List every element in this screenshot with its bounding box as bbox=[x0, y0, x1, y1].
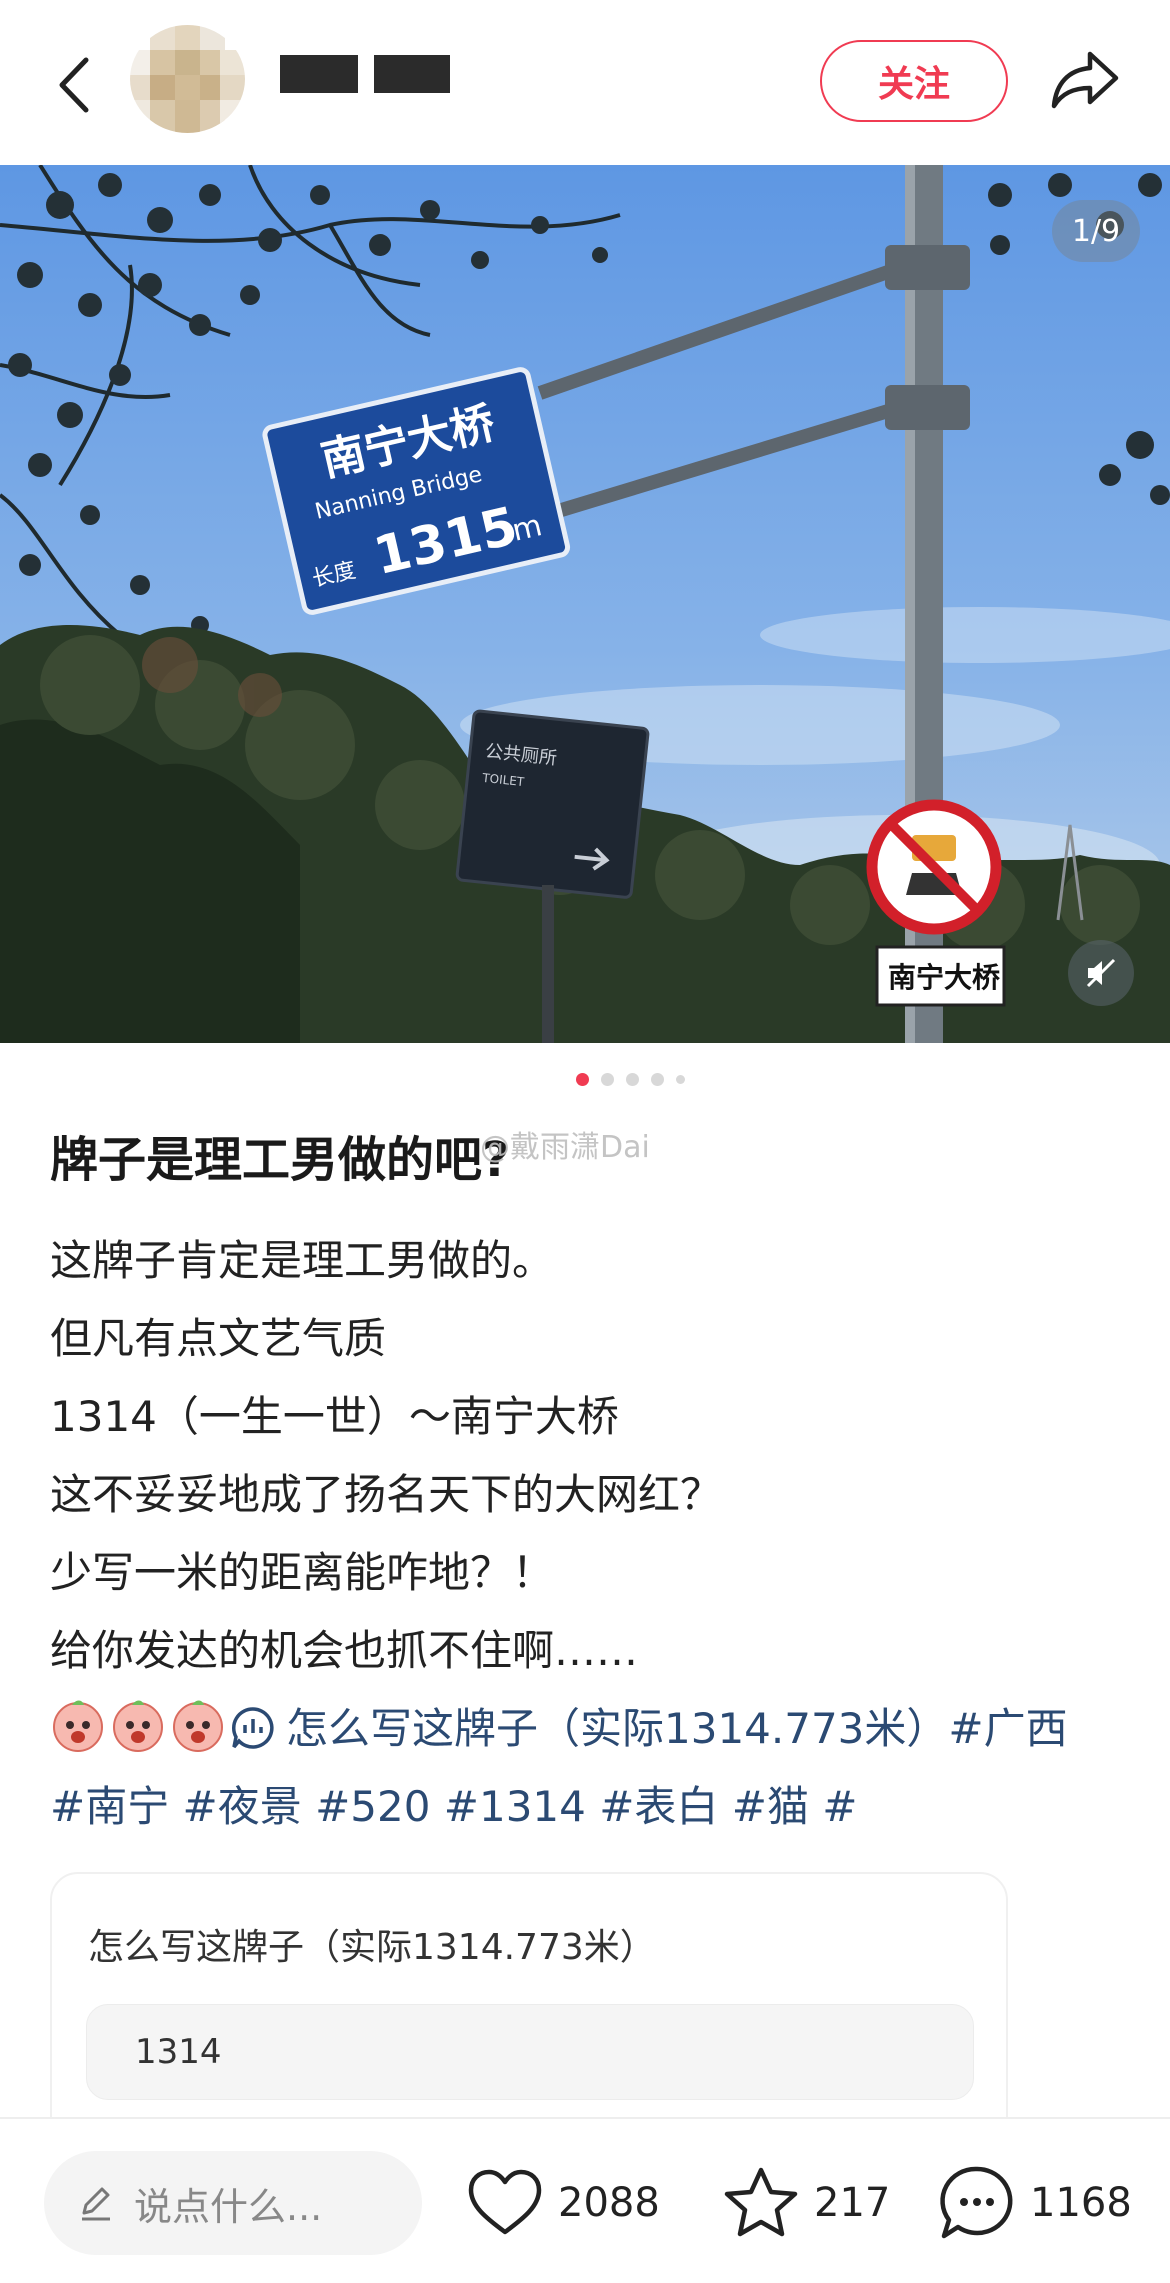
watermark: @戴雨潇Dai bbox=[480, 1130, 650, 1165]
follow-button[interactable]: 关注 bbox=[820, 40, 1008, 122]
heart-icon bbox=[468, 2169, 542, 2235]
crying-peach-emoji-icon bbox=[173, 1700, 223, 1752]
share-icon[interactable] bbox=[1046, 40, 1124, 118]
crying-peach-emoji-icon bbox=[113, 1700, 163, 1752]
pagination-dot[interactable] bbox=[625, 1073, 639, 1086]
topic-tags-line: 怎么写这牌子（实际1314.773米）#广西 bbox=[50, 1690, 1130, 1768]
poll-title: 怎么写这牌子（实际1314.773米） bbox=[88, 1927, 656, 1968]
back-icon[interactable] bbox=[48, 40, 108, 130]
username-redacted bbox=[280, 55, 358, 93]
sound-muted-icon[interactable] bbox=[1068, 940, 1134, 1006]
like-button[interactable]: 2088 bbox=[466, 2151, 660, 2255]
comment-input[interactable]: 说点什么... bbox=[44, 2151, 422, 2255]
svg-text:南宁大桥: 南宁大桥 bbox=[888, 961, 1000, 994]
like-count: 2088 bbox=[558, 2180, 660, 2226]
collect-button[interactable]: 217 bbox=[722, 2151, 890, 2255]
post-title: 牌子是理工男做的吧? bbox=[50, 1132, 510, 1188]
pagination-dot-active[interactable] bbox=[575, 1073, 589, 1086]
comment-placeholder: 说点什么... bbox=[134, 2184, 323, 2229]
topic-tags[interactable]: 怎么写这牌子（实际1314.773米）#广西 bbox=[286, 1704, 1068, 1753]
crying-peach-emoji-icon bbox=[53, 1700, 103, 1752]
pagination-dot[interactable] bbox=[675, 1075, 685, 1084]
post-body: 这牌子肯定是理工男做的。 但凡有点文艺气质 1314（一生一世）～南宁大桥 这不… bbox=[50, 1222, 1130, 1846]
post-line: 1314（一生一世）～南宁大桥 bbox=[50, 1392, 619, 1441]
comment-button[interactable]: 1168 bbox=[938, 2151, 1132, 2255]
poll-option[interactable]: 1314 bbox=[86, 2004, 974, 2100]
pagination-dot[interactable] bbox=[650, 1073, 664, 1086]
image-counter-badge: 1/9 bbox=[1052, 200, 1140, 262]
star-icon bbox=[724, 2167, 798, 2237]
pencil-icon bbox=[82, 2187, 110, 2221]
comment-count: 1168 bbox=[1030, 2180, 1132, 2226]
collect-count: 217 bbox=[814, 2180, 891, 2226]
post-line: 这不妥妥地成了扬名天下的大网红？ bbox=[50, 1470, 723, 1519]
post-line: 这牌子肯定是理工男做的。 bbox=[50, 1236, 555, 1285]
topic-tags[interactable]: #南宁 #夜景 #520 #1314 #表白 #猫 # bbox=[50, 1768, 1130, 1846]
image-pagination-dots bbox=[45, 1073, 1170, 1087]
post-line: 给你发达的机会也抓不住啊…… bbox=[50, 1626, 639, 1675]
post-image[interactable]: 南宁大桥 Nanning Bridge 长度 1315 m 公共厕所 TOILE… bbox=[0, 165, 1170, 1043]
post-line: 但凡有点文艺气质 bbox=[50, 1314, 387, 1363]
avatar[interactable] bbox=[130, 25, 245, 133]
post-line: 少写一米的距离能咋地？！ bbox=[50, 1548, 555, 1597]
poll-icon[interactable] bbox=[230, 1705, 276, 1751]
comment-bubble-icon bbox=[940, 2166, 1013, 2239]
top-bar: 关注 bbox=[0, 0, 1170, 165]
bottom-action-bar: 说点什么... 2088 217 1168 bbox=[0, 2117, 1170, 2283]
username-redacted bbox=[374, 55, 450, 93]
pagination-dot[interactable] bbox=[600, 1073, 614, 1086]
